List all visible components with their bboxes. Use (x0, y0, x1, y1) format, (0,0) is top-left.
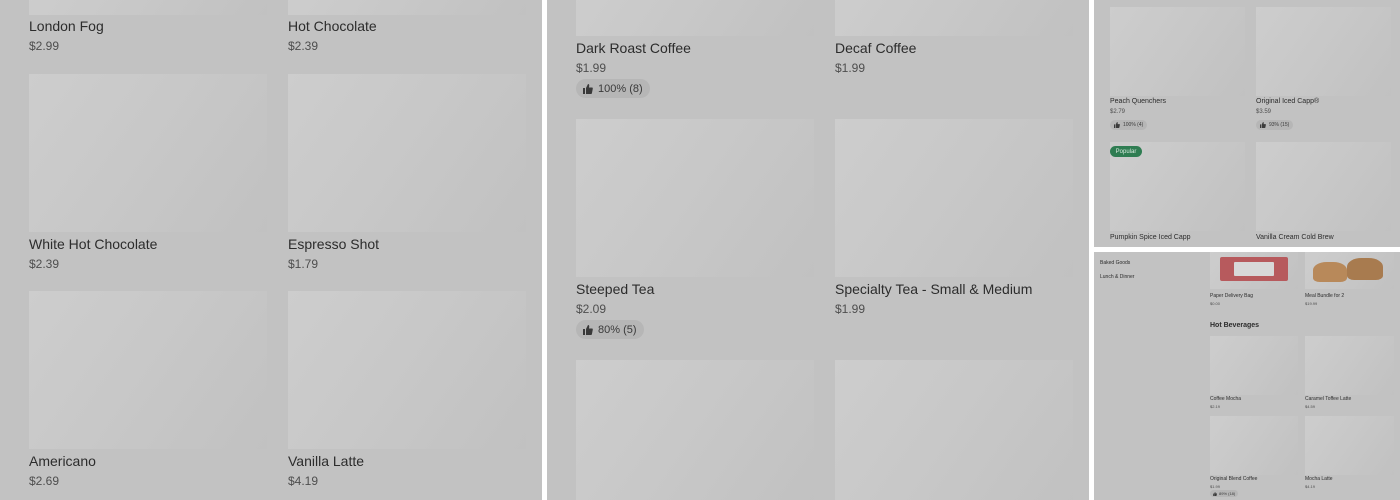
item-name[interactable]: Espresso Shot (288, 236, 379, 252)
menu-panel-1: London Fog $2.99 Hot Chocolate $2.39 Whi… (0, 0, 542, 500)
item-price: $2.39 (288, 39, 319, 53)
rating-badge: 93% (15) (1256, 120, 1294, 130)
item-image-americano[interactable] (29, 291, 267, 449)
item-price: $1.99 (835, 61, 866, 75)
item-name[interactable]: White Hot Chocolate (29, 236, 157, 252)
thumbs-up-icon (583, 83, 593, 94)
rating-text: 100% (8) (598, 82, 643, 95)
item-image-specialty-tea[interactable] (835, 119, 1073, 277)
item-price: $2.09 (576, 302, 607, 316)
rating-text: 80% (5) (598, 323, 637, 336)
item-name[interactable]: Hot Chocolate (288, 18, 377, 34)
item-name[interactable]: Peach Quenchers (1110, 98, 1166, 105)
item-name[interactable]: Specialty Tea - Small & Medium (835, 281, 1032, 297)
item-image-caramel-toffee-latte[interactable] (1305, 336, 1394, 395)
item-image-decaf[interactable] (835, 0, 1073, 36)
item-price: $2.39 (29, 257, 60, 271)
sidebar-item-baked-goods[interactable]: Baked Goods (1100, 260, 1130, 266)
thumbs-up-icon (1213, 491, 1217, 496)
item-image-london-fog[interactable] (29, 0, 267, 15)
item-name[interactable]: Dark Roast Coffee (576, 40, 691, 56)
menu-panel-4: Baked Goods Lunch & Dinner Paper Deliver… (1094, 252, 1400, 500)
sandwich-graphic (1313, 262, 1347, 282)
item-name[interactable]: Original Iced Capp® (1256, 98, 1319, 105)
item-name[interactable]: Original Blend Coffee (1210, 476, 1257, 482)
item-price: $19.99 (1305, 301, 1318, 306)
item-price: $1.99 (835, 302, 866, 316)
item-price: $1.99 (576, 61, 607, 75)
item-price: $2.69 (29, 474, 60, 488)
item-image-steeped-tea[interactable] (576, 119, 814, 277)
popular-badge: Popular (1110, 146, 1142, 157)
thumbs-up-icon (1260, 122, 1266, 128)
item-price: $1.99 (1210, 484, 1221, 489)
item-price: $3.59 (1256, 109, 1272, 115)
item-image-espresso-shot[interactable] (288, 74, 526, 232)
bag-label-graphic (1234, 262, 1274, 276)
item-price: $4.19 (288, 474, 319, 488)
sidebar-item-lunch-dinner[interactable]: Lunch & Dinner (1100, 274, 1134, 280)
thumbs-up-icon (1114, 122, 1120, 128)
rating-text: 89% (18) (1219, 491, 1236, 496)
item-name[interactable]: Vanilla Cream Cold Brew (1256, 234, 1334, 241)
item-price: $2.99 (29, 39, 60, 53)
item-image-coffee-mocha[interactable] (1210, 336, 1298, 395)
rating-text: 100% (4) (1123, 122, 1144, 128)
item-image-original-blend-coffee[interactable] (1210, 416, 1298, 475)
item-image-original-iced-capp[interactable] (1256, 7, 1391, 96)
item-name[interactable]: Paper Delivery Bag (1210, 293, 1253, 299)
item-price: $2.19 (1210, 404, 1221, 409)
item-image-mocha-latte[interactable] (1305, 416, 1394, 475)
section-title: Hot Beverages (1210, 322, 1260, 329)
item-name[interactable]: Vanilla Latte (288, 453, 364, 469)
menu-panel-2: Dark Roast Coffee $1.99 100% (8) Decaf C… (547, 0, 1089, 500)
item-name[interactable]: Meal Bundle for 2 (1305, 293, 1344, 299)
rating-badge: 89% (18) (1210, 490, 1239, 497)
item-name[interactable]: Caramel Toffee Latte (1305, 396, 1351, 402)
rating-badge: 100% (8) (576, 79, 650, 98)
item-price: $4.19 (1305, 484, 1316, 489)
item-price: $1.79 (288, 257, 319, 271)
rating-badge: 80% (5) (576, 320, 644, 339)
item-image-vanilla-cream-cold-brew[interactable] (1256, 142, 1391, 231)
item-name[interactable]: Coffee Mocha (1210, 396, 1241, 402)
item-image[interactable] (576, 360, 814, 500)
item-name[interactable]: Americano (29, 453, 96, 469)
thumbs-up-icon (583, 324, 593, 335)
item-image-dark-roast[interactable] (576, 0, 814, 36)
item-image-vanilla-latte[interactable] (288, 291, 526, 449)
item-price: $4.59 (1305, 404, 1316, 409)
item-image[interactable] (835, 360, 1073, 500)
item-name[interactable]: Decaf Coffee (835, 40, 916, 56)
item-price: $0.00 (1210, 301, 1221, 306)
rating-text: 93% (15) (1269, 122, 1290, 128)
item-image-hot-chocolate[interactable] (288, 0, 526, 15)
item-name[interactable]: Pumpkin Spice Iced Capp (1110, 234, 1191, 241)
item-name[interactable]: Steeped Tea (576, 281, 654, 297)
item-price: $2.79 (1110, 109, 1126, 115)
menu-panel-3: Peach Quenchers $2.79 100% (4) Original … (1094, 0, 1400, 247)
item-image-paper-delivery-bag[interactable] (1210, 252, 1298, 289)
item-image-peach-quenchers[interactable] (1110, 7, 1245, 96)
item-image-white-hot-chocolate[interactable] (29, 74, 267, 232)
item-image-meal-bundle[interactable] (1305, 252, 1394, 289)
item-name[interactable]: Mocha Latte (1305, 476, 1333, 482)
rating-badge: 100% (4) (1110, 120, 1148, 130)
sandwich-graphic (1347, 258, 1383, 280)
item-name[interactable]: London Fog (29, 18, 104, 34)
